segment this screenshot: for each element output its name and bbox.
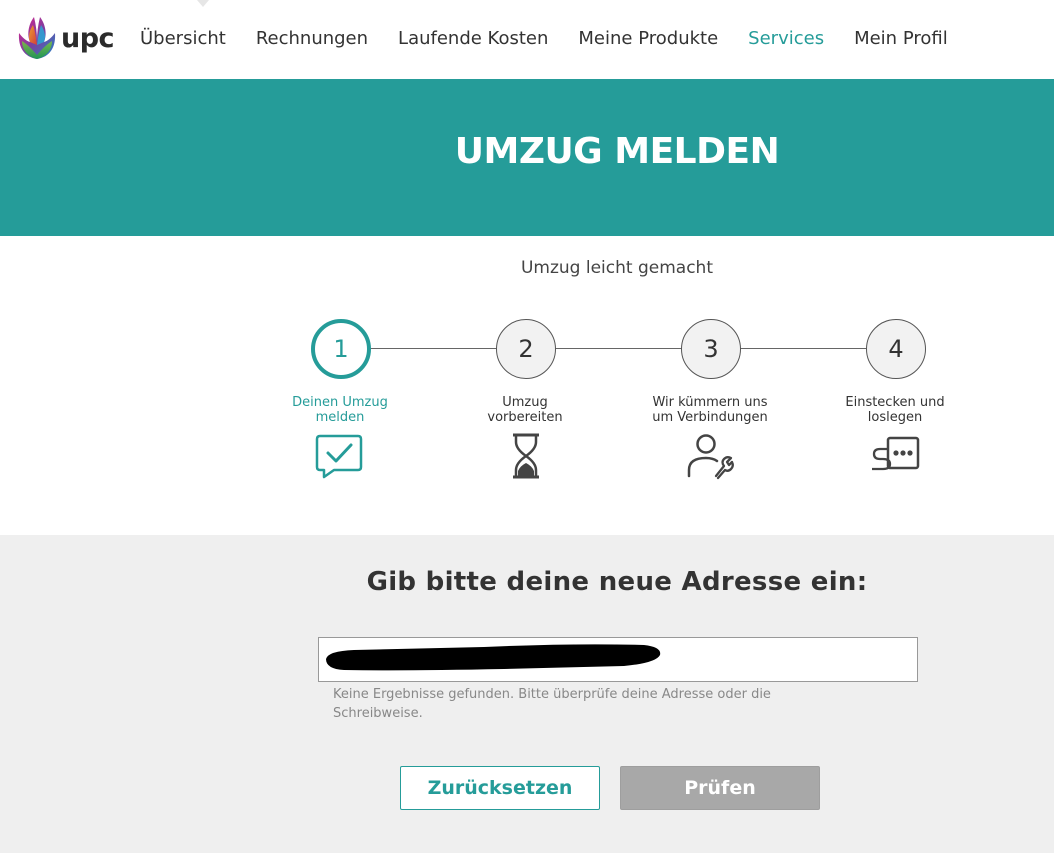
progress-steps: Umzug leicht gemacht 1 2 3 4 Deinen Umzu…: [0, 0, 1054, 530]
speech-bubble-check-icon: [315, 434, 363, 479]
step-2-label: Umzug vorbereiten: [450, 395, 600, 425]
step-1-label-line2: melden: [315, 410, 365, 425]
address-form-section: Gib bitte deine neue Adresse ein: Keine …: [0, 535, 1054, 853]
step-1-label: Deinen Umzug melden: [265, 395, 415, 425]
step-4-circle: 4: [866, 319, 926, 379]
reset-button[interactable]: Zurücksetzen: [400, 766, 600, 810]
step-4-label-line1: Einstecken und: [845, 395, 945, 410]
step-2-circle: 2: [496, 319, 556, 379]
steps-connector-line: [370, 348, 866, 349]
hourglass-icon: [513, 433, 539, 479]
step-3-label: Wir kümmern uns um Verbindungen: [635, 395, 785, 425]
steps-subtitle: Umzug leicht gemacht: [520, 258, 713, 278]
step-3-label-line2: um Verbindungen: [652, 410, 768, 425]
step-4-label-line2: loslegen: [867, 410, 923, 425]
step-1-circle: 1: [311, 319, 371, 379]
step-2-label-line2: vorbereiten: [487, 410, 563, 425]
step-3-circle: 3: [681, 319, 741, 379]
step-1-label-line1: Deinen Umzug: [292, 395, 388, 410]
step-3-label-line1: Wir kümmern uns: [652, 395, 768, 410]
step-4-label: Einstecken und loslegen: [820, 395, 970, 425]
redaction-mark: [326, 644, 661, 671]
address-form-heading: Gib bitte deine neue Adresse ein:: [366, 567, 868, 597]
address-hint-message: Keine Ergebnisse gefunden. Bitte überprü…: [333, 687, 771, 721]
check-button[interactable]: Prüfen: [620, 766, 820, 810]
plug-socket-icon: [872, 436, 920, 471]
step-2-label-line1: Umzug: [502, 395, 548, 410]
technician-wrench-icon: [687, 434, 734, 480]
